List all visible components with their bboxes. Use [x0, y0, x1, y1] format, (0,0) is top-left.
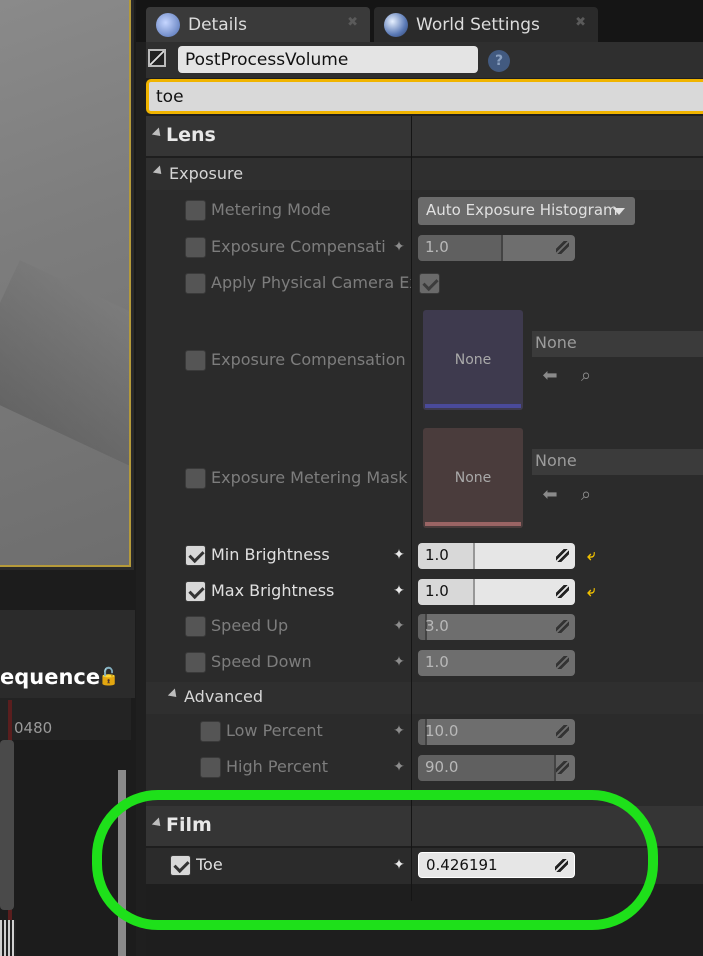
speed-down-label: Speed Down: [211, 652, 312, 671]
keyframe-icon[interactable]: ✦: [391, 654, 407, 670]
spinbox-value: 10.0: [425, 722, 459, 740]
expand-icon: [556, 241, 569, 254]
high-percent-label: High Percent: [226, 757, 329, 776]
apply-physical-camera-value-checkbox[interactable]: [419, 273, 440, 294]
spinbox-value: 1.0: [425, 546, 449, 564]
close-icon[interactable]: ✖: [575, 15, 586, 30]
speed-up-label: Speed Up: [211, 616, 289, 635]
keyframe-icon[interactable]: ✦: [391, 547, 407, 563]
min-brightness-spinbox[interactable]: 1.0: [418, 543, 575, 569]
asset-type-bar: [425, 522, 521, 526]
subcategory-label: Exposure: [169, 164, 244, 183]
keyframe-icon[interactable]: ✦: [391, 583, 407, 599]
metering-mask-thumbnail[interactable]: None: [423, 428, 523, 528]
lock-icon[interactable]: 🔓: [98, 667, 120, 689]
compensation-curve-label: Exposure Compensation Cur: [211, 350, 412, 369]
max-brightness-label: Max Brightness: [211, 581, 335, 600]
spinbox-value: 1.0: [425, 653, 449, 671]
category-label: Lens: [166, 124, 216, 146]
category-lens[interactable]: [146, 116, 703, 156]
reset-to-default-icon[interactable]: ⤶: [587, 584, 601, 599]
column-divider[interactable]: [411, 116, 412, 901]
low-percent-spinbox[interactable]: 10.0: [418, 719, 575, 745]
speed-up-checkbox[interactable]: [185, 616, 206, 637]
low-percent-label: Low Percent: [226, 721, 323, 740]
help-icon[interactable]: ?: [488, 50, 510, 72]
low-percent-checkbox[interactable]: [200, 721, 221, 742]
apply-physical-camera-override-checkbox[interactable]: [185, 273, 206, 294]
chevron-down-icon: [613, 208, 625, 215]
sequencer-title: equence: [0, 665, 101, 689]
browse-search-icon[interactable]: ⌕: [575, 365, 597, 387]
expand-icon: [556, 761, 569, 774]
keyframe-icon[interactable]: ✦: [391, 759, 407, 775]
spinbox-value: 3.0: [425, 617, 449, 635]
details-search-input[interactable]: [146, 79, 703, 114]
tab-details[interactable]: Details ✖: [146, 7, 370, 42]
metering-mask-asset-picker[interactable]: None: [532, 449, 703, 475]
post-process-volume-icon: [148, 49, 166, 67]
compensation-curve-thumbnail[interactable]: None: [423, 310, 523, 410]
thumbnail-label: None: [454, 470, 492, 486]
keyframe-icon[interactable]: ✦: [391, 723, 407, 739]
highlight-annotation: [92, 790, 658, 930]
high-percent-checkbox[interactable]: [200, 757, 221, 778]
metering-mode-checkbox[interactable]: [185, 200, 206, 221]
spinbox-value: 1.0: [425, 238, 449, 256]
speed-up-spinbox[interactable]: 3.0: [418, 614, 575, 640]
keyframe-icon[interactable]: ✦: [391, 239, 407, 255]
use-selected-arrow-icon[interactable]: ⬅: [539, 365, 561, 387]
thumbnail-label: None: [454, 352, 492, 368]
expand-icon: [556, 549, 569, 562]
object-name-input[interactable]: [178, 46, 478, 73]
tab-world-settings[interactable]: World Settings ✖: [374, 7, 598, 42]
high-percent-spinbox[interactable]: 90.0: [418, 755, 575, 781]
level-viewport[interactable]: [0, 0, 134, 570]
subcategory-label: Advanced: [184, 687, 264, 706]
expand-icon: [556, 656, 569, 669]
use-selected-arrow-icon[interactable]: ⬅: [539, 484, 561, 506]
metering-mask-label: Exposure Metering Mask: [211, 468, 408, 487]
compensation-curve-asset-picker[interactable]: None: [532, 331, 703, 357]
max-brightness-spinbox[interactable]: 1.0: [418, 579, 575, 605]
asset-type-bar: [425, 404, 521, 408]
metering-mode-label: Metering Mode: [211, 200, 331, 219]
expand-icon: [556, 725, 569, 738]
exposure-compensation-spinbox[interactable]: 1.0: [418, 235, 575, 261]
speed-down-checkbox[interactable]: [185, 652, 206, 673]
tab-label: Details: [188, 14, 247, 35]
speed-down-spinbox[interactable]: 1.0: [418, 650, 575, 676]
sequencer-time-readout: 0480: [14, 719, 53, 737]
tab-label: World Settings: [416, 14, 540, 35]
close-icon[interactable]: ✖: [347, 15, 358, 30]
expand-icon: [556, 620, 569, 633]
metering-mask-checkbox[interactable]: [185, 468, 206, 489]
exposure-compensation-label: Exposure Compensation: [211, 237, 386, 256]
spinbox-value: 90.0: [425, 758, 459, 776]
browse-search-icon[interactable]: ⌕: [575, 484, 597, 506]
apply-physical-camera-label: Apply Physical Camera Expo: [211, 273, 412, 292]
min-brightness-checkbox[interactable]: [185, 545, 206, 566]
spinbox-value: 1.0: [425, 582, 449, 600]
compensation-curve-checkbox[interactable]: [185, 350, 206, 371]
metering-mode-dropdown[interactable]: Auto Exposure Histogram: [418, 197, 635, 225]
metering-mode-value: Auto Exposure Histogram: [426, 201, 618, 219]
sequencer-track[interactable]: [0, 740, 14, 910]
keyframe-icon[interactable]: ✦: [391, 618, 407, 634]
exposure-compensation-checkbox[interactable]: [185, 237, 206, 258]
max-brightness-checkbox[interactable]: [185, 581, 206, 602]
reset-to-default-icon[interactable]: ⤶: [587, 548, 601, 563]
viewport-render[interactable]: [0, 0, 131, 567]
min-brightness-label: Min Brightness: [211, 545, 330, 564]
expand-icon: [556, 585, 569, 598]
sequencer-clip-stripes: [0, 920, 16, 956]
details-icon: [156, 12, 180, 37]
globe-icon: [384, 12, 408, 37]
